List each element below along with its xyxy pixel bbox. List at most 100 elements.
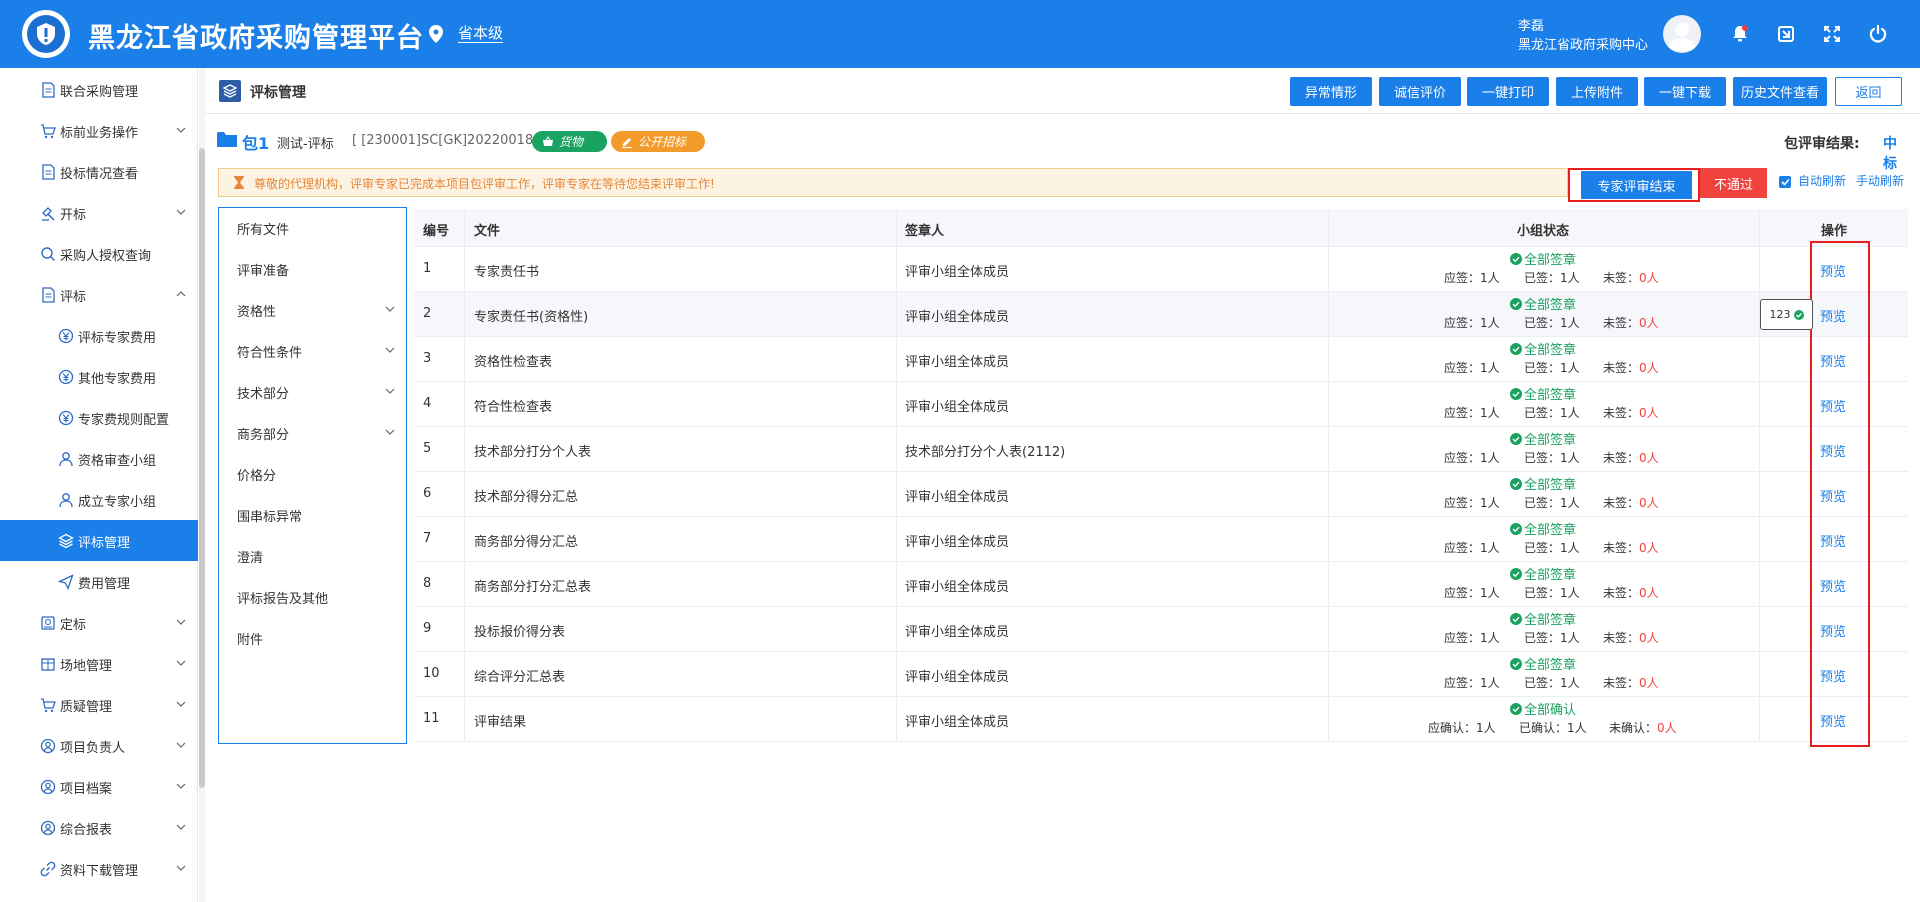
- sign-count-left: 未签：0人: [1603, 539, 1659, 556]
- group-status-label: 全部签章: [1524, 568, 1577, 583]
- category-item[interactable]: 评标报告及其他: [219, 577, 406, 618]
- sign-count-due: 应签：1人: [1444, 404, 1500, 421]
- upload-attachment-button[interactable]: 上传附件: [1556, 77, 1638, 106]
- row-number: 10: [423, 666, 440, 681]
- sign-count-done: 已签：1人: [1524, 584, 1580, 601]
- sidebar-item[interactable]: 成立专家小组: [0, 479, 198, 520]
- category-item[interactable]: 商务部分: [219, 413, 406, 454]
- sign-count-left: 未签：0人: [1603, 629, 1659, 646]
- location-selector[interactable]: 省本级: [458, 24, 504, 43]
- row-number: 11: [423, 711, 440, 726]
- avatar[interactable]: [1663, 15, 1701, 53]
- sidebar-item[interactable]: 项目档案: [0, 766, 198, 807]
- category-item[interactable]: 评审准备: [219, 249, 406, 290]
- end-review-button[interactable]: 专家评审结束: [1581, 171, 1692, 199]
- sidebar-item[interactable]: 投标情况查看: [0, 151, 198, 192]
- sidebar-scrollbar-thumb[interactable]: [199, 148, 205, 788]
- sidebar-item[interactable]: 其他专家费用: [0, 356, 198, 397]
- layers-icon: [219, 80, 241, 102]
- manual-refresh-link[interactable]: 手动刷新: [1856, 172, 1904, 189]
- sidebar-item-label: 投标情况查看: [60, 167, 139, 182]
- signer: 评审小组全体成员: [905, 625, 1010, 640]
- due-label: 应签：: [1444, 631, 1481, 645]
- sign-count-due: 应签：1人: [1444, 359, 1500, 376]
- category-item[interactable]: 附件: [219, 618, 406, 659]
- fullscreen-icon[interactable]: [1822, 24, 1842, 44]
- category-item[interactable]: 所有文件: [219, 208, 406, 249]
- sidebar-item[interactable]: 专家费规则配置: [0, 397, 198, 438]
- folder-icon: [217, 132, 237, 147]
- sidebar-item[interactable]: 费用管理: [0, 561, 198, 602]
- sidebar-item[interactable]: 评标管理: [0, 520, 198, 561]
- package-result-value: 中标: [1883, 136, 1897, 172]
- sidebar-item[interactable]: 项目负责人: [0, 725, 198, 766]
- category-item[interactable]: 技术部分: [219, 372, 406, 413]
- user-name: 李磊: [1518, 19, 1545, 34]
- reject-button[interactable]: 不通过: [1700, 168, 1767, 198]
- table-row: 9 投标报价得分表 评审小组全体成员 全部签章 应签：1人 已签：1人 未签：0人 预览: [414, 607, 1908, 652]
- due-label: 应签：: [1444, 361, 1481, 375]
- exception-button[interactable]: 异常情形: [1290, 77, 1372, 106]
- category-item[interactable]: 围串标异常: [219, 495, 406, 536]
- bidding-method-label: 公开招标: [638, 135, 687, 149]
- category-item[interactable]: 价格分: [219, 454, 406, 495]
- due-value: 1人: [1480, 361, 1500, 375]
- auto-refresh-checkbox[interactable]: [1779, 176, 1791, 188]
- group-status: 全部签章: [1510, 294, 1576, 313]
- category-item[interactable]: 资格性: [219, 290, 406, 331]
- package-number: 包1: [242, 134, 270, 153]
- table-row: 11 评审结果 评审小组全体成员 全部确认 应确认：1人 已确认：1人 未确认：0人 预览: [414, 697, 1908, 742]
- sidebar-item[interactable]: 开标: [0, 192, 198, 233]
- check-circle-icon: [1510, 342, 1522, 355]
- category-item[interactable]: 澄清: [219, 536, 406, 577]
- history-files-button[interactable]: 历史文件查看: [1733, 77, 1827, 106]
- left-label: 未签：: [1603, 541, 1640, 555]
- left-label: 未签：: [1603, 316, 1640, 330]
- sidebar-item-label: 综合报表: [60, 823, 113, 838]
- credit-evaluation-button[interactable]: 诚信评价: [1379, 77, 1461, 106]
- sidebar-item[interactable]: 联合采购管理: [0, 69, 198, 110]
- category-label: 评标报告及其他: [237, 592, 329, 607]
- chevron-down-icon: [176, 127, 186, 133]
- auto-refresh-label[interactable]: 自动刷新: [1798, 172, 1846, 189]
- back-button[interactable]: 返回: [1835, 77, 1902, 106]
- sidebar-item-label: 评标专家费用: [78, 331, 157, 346]
- sidebar-item[interactable]: 资格审查小组: [0, 438, 198, 479]
- category-item[interactable]: 符合性条件: [219, 331, 406, 372]
- sidebar-item[interactable]: 标前业务操作: [0, 110, 198, 151]
- document-icon: [42, 82, 55, 98]
- table-row: 6 技术部分得分汇总 评审小组全体成员 全部签章 应签：1人 已签：1人 未签：0人 预览: [414, 472, 1908, 517]
- left-value: 0人: [1639, 586, 1659, 600]
- left-value: 0人: [1639, 451, 1659, 465]
- due-label: 应签：: [1444, 271, 1481, 285]
- screenshot-icon[interactable]: [1776, 24, 1796, 44]
- col-header-signer: 签章人: [905, 224, 945, 239]
- sign-count-due: 应确认：1人: [1428, 719, 1496, 736]
- file-name: 专家责任书(资格性): [474, 310, 589, 325]
- sidebar-item-label: 其他专家费用: [78, 372, 157, 387]
- sidebar-item[interactable]: 场地管理: [0, 643, 198, 684]
- group-status-label: 全部签章: [1524, 388, 1577, 403]
- print-all-button[interactable]: 一键打印: [1467, 77, 1549, 106]
- sidebar-item[interactable]: 资料下载管理: [0, 848, 198, 889]
- sidebar-item[interactable]: 采购人授权查询: [0, 233, 198, 274]
- file-category-nav: 所有文件 评审准备资格性符合性条件 技术部分 商务部分 价格分 围串标异常 澄清评标报告及其…: [218, 207, 407, 744]
- sign-count-done: 已签：1人: [1524, 674, 1580, 691]
- file-name: 评审结果: [474, 715, 527, 730]
- power-icon[interactable]: [1868, 24, 1888, 44]
- group-status-label: 全部确认: [1524, 703, 1577, 718]
- table-row: 5 技术部分打分个人表 技术部分打分个人表(2112) 全部签章 应签：1人 已签：1人未…: [414, 427, 1908, 472]
- sidebar-item[interactable]: 评标: [0, 274, 198, 315]
- bell-icon[interactable]: [1730, 24, 1750, 44]
- download-all-button[interactable]: 一键下载: [1644, 77, 1726, 106]
- group-status: 全部签章: [1510, 339, 1576, 358]
- sidebar-item[interactable]: 评标专家费用: [0, 315, 198, 356]
- group-status: 全部签章: [1510, 249, 1576, 268]
- left-value: 0人: [1639, 316, 1659, 330]
- sidebar-item[interactable]: 质疑管理: [0, 684, 198, 725]
- package-info: 包1 测试-评标 [ [230001]SC[GK]20220018 ] 货物 公…: [217, 128, 1907, 172]
- due-value: 1人: [1480, 406, 1500, 420]
- sidebar-item[interactable]: 综合报表: [0, 807, 198, 848]
- category-label: 资格性: [237, 305, 277, 320]
- sidebar-item[interactable]: 定标: [0, 602, 198, 643]
